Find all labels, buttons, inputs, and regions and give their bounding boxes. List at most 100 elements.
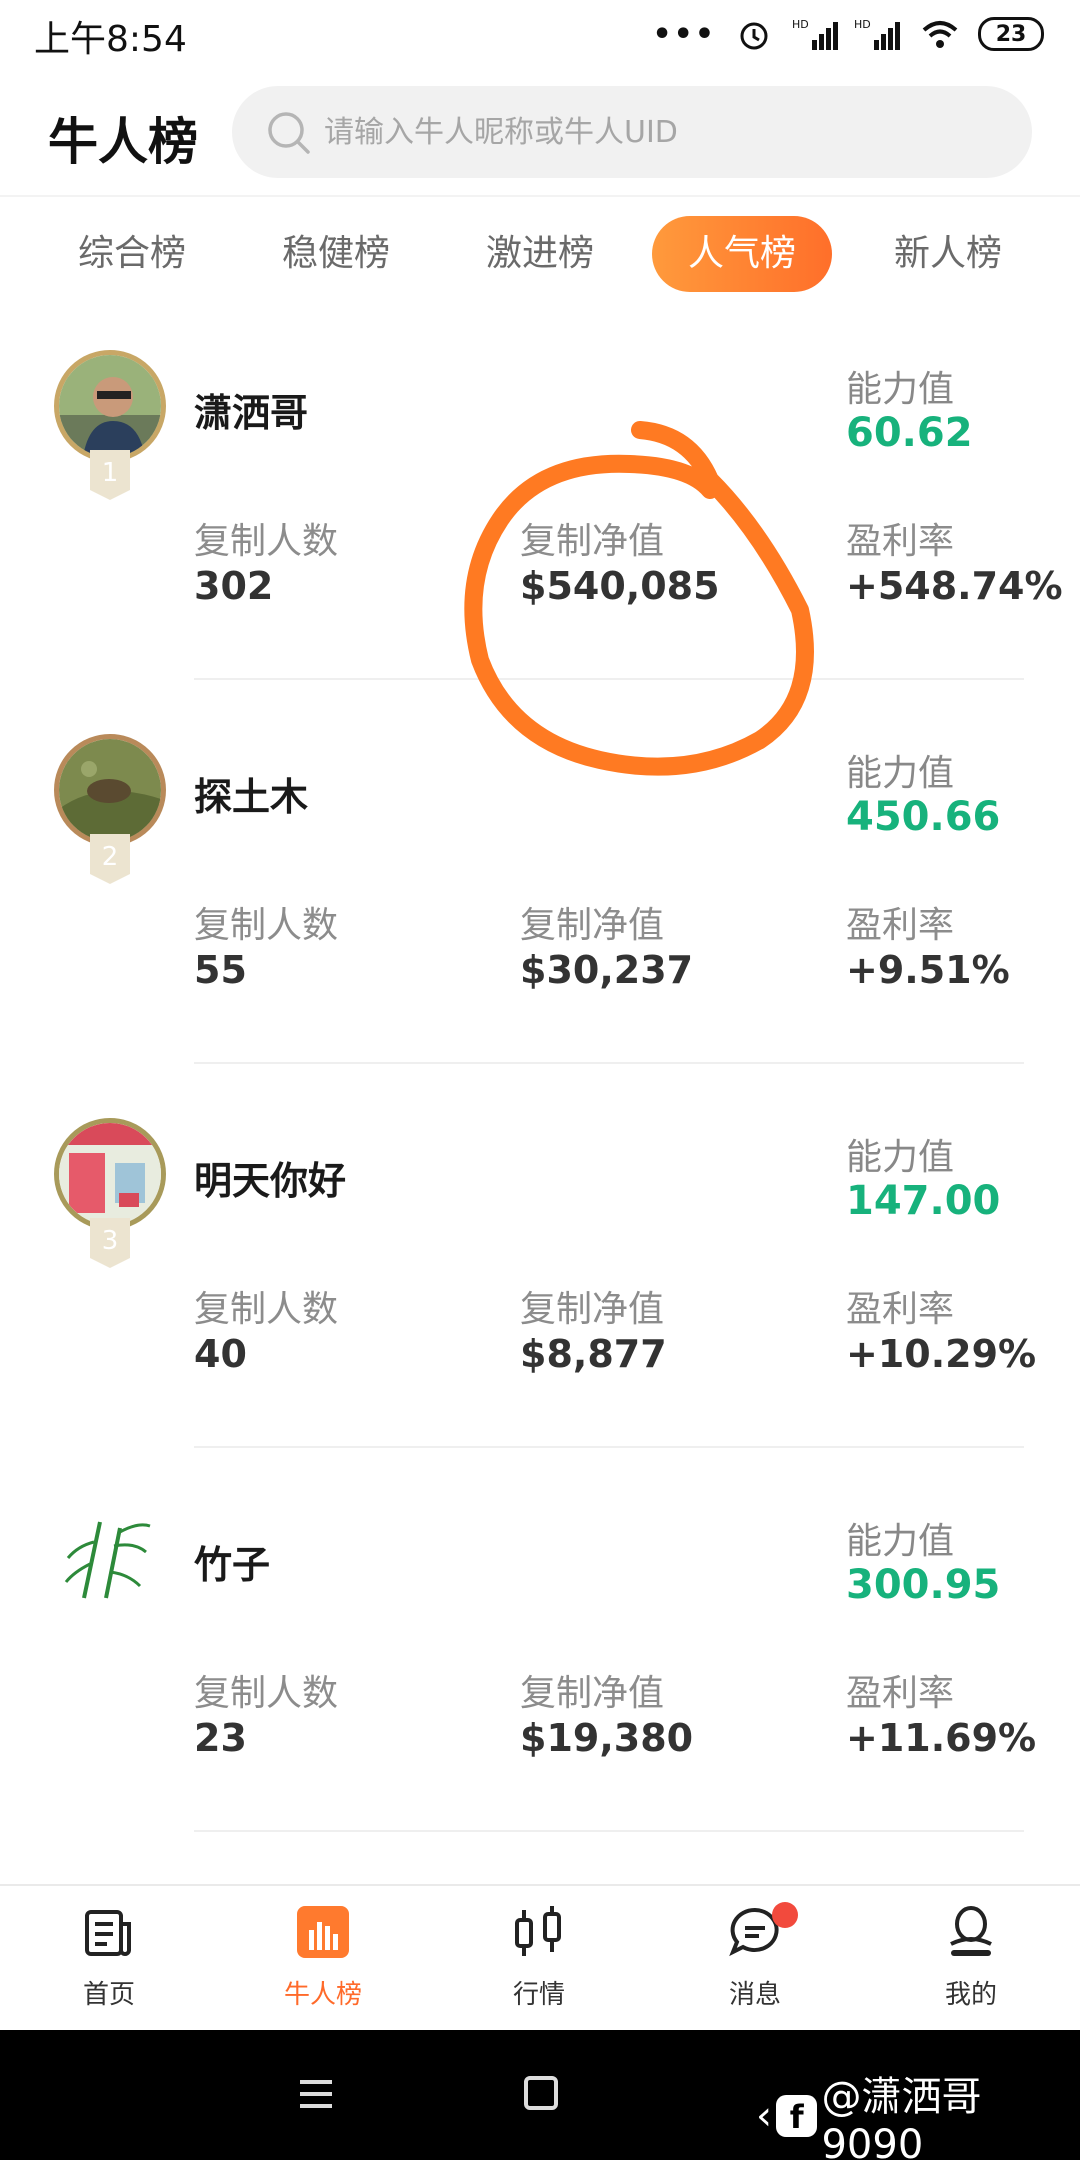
avatar-wrap: 2 xyxy=(54,734,166,884)
copy-count-value: 302 xyxy=(194,564,274,608)
profit-rate-value: +548.74% xyxy=(846,564,1063,608)
profit-rate-label: 盈利率 xyxy=(846,905,955,946)
copy-count-label: 复制人数 xyxy=(194,521,339,562)
signal-icon: HD xyxy=(792,18,838,50)
trader-name[interactable]: 明天你好 xyxy=(194,1150,346,1205)
capability-value: 147.00 xyxy=(846,1178,1001,1224)
tab-steady[interactable]: 稳健榜 xyxy=(246,216,426,292)
tab-bar: 综合榜 稳健榜 激进榜 人气榜 新人榜 xyxy=(0,212,1080,300)
nav-market-label: 行情 xyxy=(512,1980,565,2010)
trader-name[interactable]: 探土木 xyxy=(194,766,308,821)
capability-label: 能力值 xyxy=(846,369,955,410)
tab-newcomer[interactable]: 新人榜 xyxy=(858,216,1038,292)
copy-count-label: 复制人数 xyxy=(194,905,339,946)
facebook-logo-icon: f xyxy=(776,2095,818,2137)
avatar-wrap: 3 xyxy=(54,1118,166,1268)
header: 牛人榜 xyxy=(0,80,1080,190)
capability-value: 60.62 xyxy=(846,410,973,456)
copy-count-label: 复制人数 xyxy=(194,1289,339,1330)
capability-label: 能力值 xyxy=(846,1137,955,1178)
search-box[interactable] xyxy=(232,86,1032,178)
system-nav-bar: ‹ f @潇洒哥9090 xyxy=(0,2030,1080,2160)
nav-home[interactable]: 首页 xyxy=(34,1904,184,2020)
profit-rate-label: 盈利率 xyxy=(846,1289,955,1330)
copy-count-label: 复制人数 xyxy=(194,1673,339,1714)
copy-net-label: 复制净值 xyxy=(520,1289,665,1330)
avatar-wrap xyxy=(54,1502,166,1652)
unread-dot xyxy=(772,1902,798,1928)
rank-badge: 3 xyxy=(90,1218,130,1268)
tab-comprehensive[interactable]: 综合榜 xyxy=(42,216,222,292)
nav-ranking[interactable]: 牛人榜 xyxy=(248,1904,398,2020)
candlestick-icon xyxy=(515,1906,561,1956)
rank-badge: 2 xyxy=(90,834,130,884)
nav-profile[interactable]: 我的 xyxy=(896,1904,1046,2020)
nav-messages-label: 消息 xyxy=(728,1980,781,2010)
search-input[interactable] xyxy=(324,86,1004,178)
trader-row[interactable]: 1 潇洒哥 能力值 60.62 复制人数 复制净值 盈利率 302 $540,0… xyxy=(0,330,1080,714)
nav-profile-label: 我的 xyxy=(944,1980,997,2010)
copy-count-value: 23 xyxy=(194,1716,247,1760)
rank-badge: 1 xyxy=(90,450,130,500)
more-dots-icon: ••• xyxy=(652,16,716,52)
row-divider xyxy=(194,1062,1024,1064)
copy-net-label: 复制净值 xyxy=(520,521,665,562)
bottom-nav: 首页 牛人榜 行情 消息 我的 xyxy=(0,1884,1080,2030)
alarm-icon xyxy=(740,22,768,50)
status-bar: 上午8:54 ••• HD HD 23 xyxy=(0,0,1080,70)
watermark-text: @潇洒哥9090 xyxy=(821,2074,982,2160)
home-button[interactable] xyxy=(524,2076,558,2110)
profit-rate-value: +10.29% xyxy=(846,1332,1037,1376)
battery-indicator: 23 xyxy=(978,17,1044,51)
profit-rate-value: +9.51% xyxy=(846,948,1010,992)
capability-value: 300.95 xyxy=(846,1562,1001,1608)
copy-count-value: 55 xyxy=(194,948,247,992)
nav-home-label: 首页 xyxy=(82,1980,135,2010)
nav-ranking-label: 牛人榜 xyxy=(283,1980,362,2010)
svg-text:HD: HD xyxy=(792,18,809,31)
watermark: ‹ f @潇洒哥9090 xyxy=(756,2064,1080,2160)
nav-messages[interactable]: 消息 xyxy=(680,1902,830,2020)
trader-name[interactable]: 潇洒哥 xyxy=(194,382,308,437)
avatar xyxy=(54,350,166,462)
row-divider xyxy=(194,678,1024,680)
copy-net-label: 复制净值 xyxy=(520,1673,665,1714)
capability-value: 450.66 xyxy=(846,794,1001,840)
trader-row[interactable]: 竹子 能力值 300.95 复制人数 复制净值 盈利率 23 $19,380 +… xyxy=(0,1482,1080,1866)
avatar xyxy=(54,1118,166,1230)
row-divider xyxy=(194,1830,1024,1832)
capability-label: 能力值 xyxy=(846,753,955,794)
profit-rate-label: 盈利率 xyxy=(846,1673,955,1714)
news-icon xyxy=(85,1910,131,1956)
copy-net-value: $19,380 xyxy=(520,1716,694,1760)
header-divider xyxy=(0,195,1080,197)
copy-net-label: 复制净值 xyxy=(520,905,665,946)
page-title: 牛人榜 xyxy=(48,113,198,171)
row-divider xyxy=(194,1446,1024,1448)
svg-text:HD: HD xyxy=(854,18,871,31)
profit-rate-value: +11.69% xyxy=(846,1716,1037,1760)
back-chevron-icon: ‹ xyxy=(756,2093,772,2139)
nav-market[interactable]: 行情 xyxy=(464,1904,614,2020)
trader-name[interactable]: 竹子 xyxy=(194,1534,270,1589)
copy-net-value: $540,085 xyxy=(520,564,720,608)
bamboo-avatar-icon xyxy=(64,1521,151,1599)
status-icons: ••• HD HD 23 xyxy=(652,12,1044,56)
search-icon xyxy=(268,112,310,154)
copy-net-value: $8,877 xyxy=(520,1332,667,1376)
copy-net-value: $30,237 xyxy=(520,948,694,992)
avatar xyxy=(54,734,166,846)
tab-aggressive[interactable]: 激进榜 xyxy=(450,216,630,292)
signal-icon-2: HD xyxy=(854,18,900,50)
profit-rate-label: 盈利率 xyxy=(846,521,955,562)
capability-label: 能力值 xyxy=(846,1521,955,1562)
copy-count-value: 40 xyxy=(194,1332,247,1376)
trader-row[interactable]: 2 探土木 能力值 450.66 复制人数 复制净值 盈利率 55 $30,23… xyxy=(0,714,1080,1098)
profile-icon xyxy=(950,1906,992,1956)
menu-icon[interactable] xyxy=(296,2076,336,2112)
status-time: 上午8:54 xyxy=(34,19,187,60)
trader-row[interactable]: 3 明天你好 能力值 147.00 复制人数 复制净值 盈利率 40 $8,87… xyxy=(0,1098,1080,1482)
wifi-icon xyxy=(922,21,958,48)
tab-popularity[interactable]: 人气榜 xyxy=(652,216,832,292)
avatar-wrap: 1 xyxy=(54,350,166,500)
